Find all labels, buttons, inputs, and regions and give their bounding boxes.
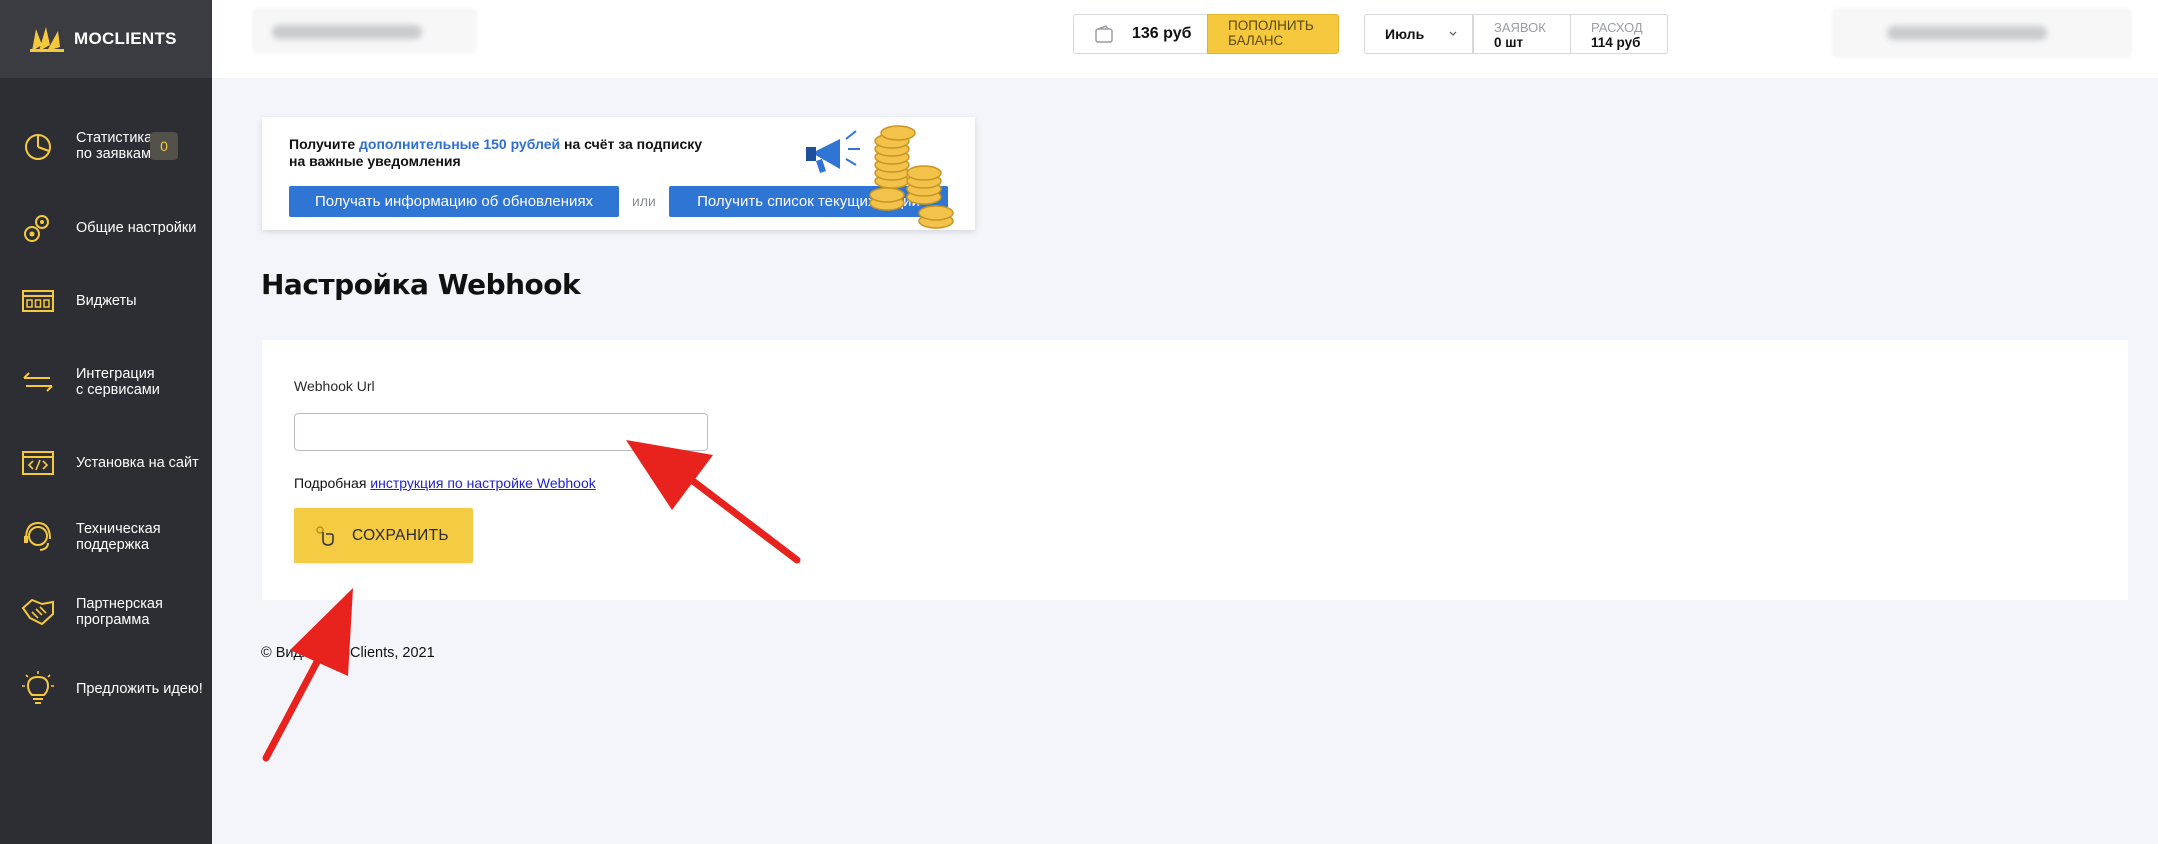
topup-balance-button[interactable]: ПОПОЛНИТЬ БАЛАНС <box>1207 14 1339 54</box>
promo-banner: Получите дополнительные 150 рублей на сч… <box>262 117 975 230</box>
promo-text-highlight: дополнительные 150 рублей <box>359 136 561 152</box>
sidebar-item-label: Техническая поддержка <box>76 520 161 554</box>
sidebar: MOCLIENTS Статистика по заявкам 0 Общие … <box>0 0 212 844</box>
webhook-instruction-link[interactable]: инструкция по настройке Webhook <box>370 475 595 491</box>
user-menu[interactable] <box>1832 8 2132 58</box>
megaphone-icon <box>806 130 860 173</box>
blurred-user-name <box>1887 26 2047 40</box>
arrows-exchange-icon <box>23 372 53 392</box>
requests-stat: ЗАЯВОК 0 шт <box>1473 14 1571 54</box>
handshake-icon <box>21 598 54 626</box>
sidebar-item-partners[interactable]: Партнерская программа <box>0 594 212 630</box>
pointer-hand-icon <box>316 525 334 546</box>
expense-stat-value: 114 руб <box>1591 35 1641 50</box>
month-select[interactable]: Июль <box>1364 14 1473 54</box>
topbar: 136 руб ПОПОЛНИТЬ БАЛАНС Июль ЗАЯВОК 0 ш… <box>212 0 2158 78</box>
widgets-icon <box>22 290 54 312</box>
promo-text: Получите дополнительные 150 рублей на сч… <box>289 136 719 170</box>
sidebar-item-label: Виджеты <box>76 292 137 309</box>
sidebar-item-label: Предложить идею! <box>76 680 203 697</box>
annotation-arrow-to-save <box>262 588 353 762</box>
sidebar-item-statistics[interactable]: Статистика по заявкам 0 <box>0 118 212 174</box>
sidebar-item-suggest-idea[interactable]: Предложить идею! <box>0 671 212 707</box>
promo-or-text: или <box>632 193 656 209</box>
webhook-url-input[interactable] <box>294 413 708 451</box>
sidebar-item-install[interactable]: Установка на сайт <box>0 445 212 481</box>
sidebar-item-integrations[interactable]: Интеграция с сервисами <box>0 354 212 410</box>
sidebar-item-label: Партнерская программа <box>76 595 163 629</box>
month-value: Июль <box>1385 26 1425 42</box>
requests-stat-title: ЗАЯВОК <box>1494 20 1546 35</box>
help-prefix: Подробная <box>294 475 371 491</box>
blurred-account-name <box>272 25 422 39</box>
requests-stat-value: 0 шт <box>1494 35 1524 50</box>
megaphone-coins-illustration <box>806 125 954 229</box>
statistics-badge: 0 <box>150 132 178 160</box>
balance-display: 136 руб <box>1073 14 1207 54</box>
pie-chart-icon <box>25 134 51 160</box>
subscribe-updates-button[interactable]: Получать информацию об обновлениях <box>289 186 619 217</box>
expense-stat: РАСХОД 114 руб <box>1570 14 1668 54</box>
save-label: СОХРАНИТЬ <box>352 526 449 544</box>
code-window-icon <box>22 451 54 475</box>
sidebar-item-widgets[interactable]: Виджеты <box>0 283 212 319</box>
coins-icon <box>869 125 954 229</box>
sidebar-item-label: Общие настройки <box>76 219 197 236</box>
expense-stat-title: РАСХОД <box>1591 20 1643 35</box>
promo-text-before: Получите <box>289 136 360 152</box>
logo-icon <box>30 27 64 52</box>
sidebar-item-general-settings[interactable]: Общие настройки <box>0 210 212 246</box>
sidebar-item-support[interactable]: Техническая поддержка <box>0 519 212 555</box>
save-button[interactable]: СОХРАНИТЬ <box>294 508 473 563</box>
account-selector[interactable] <box>252 8 477 54</box>
footer: © Виджет MoClients, 2021 <box>261 645 435 661</box>
headset-icon <box>24 521 51 551</box>
lightbulb-icon <box>22 671 54 704</box>
topup-label: ПОПОЛНИТЬ БАЛАНС <box>1228 18 1314 48</box>
help-line: Подробная инструкция по настройке Webhoo… <box>294 475 596 491</box>
balance-amount: 136 руб <box>1132 25 1192 42</box>
sidebar-item-label: Интеграция с сервисами <box>76 365 160 399</box>
logo[interactable]: MOCLIENTS <box>0 0 212 78</box>
sidebar-item-label: Статистика по заявкам <box>76 129 153 163</box>
chevron-down-icon <box>1449 31 1457 36</box>
sidebar-item-label: Установка на сайт <box>76 454 199 471</box>
page-title: Настройка Webhook <box>261 268 581 301</box>
webhook-url-label: Webhook Url <box>294 378 375 394</box>
webhook-settings-card: Webhook Url Подробная инструкция по наст… <box>262 340 2128 600</box>
brand-name: MOCLIENTS <box>74 29 177 48</box>
wallet-icon <box>1095 25 1113 43</box>
gears-icon <box>24 215 49 242</box>
